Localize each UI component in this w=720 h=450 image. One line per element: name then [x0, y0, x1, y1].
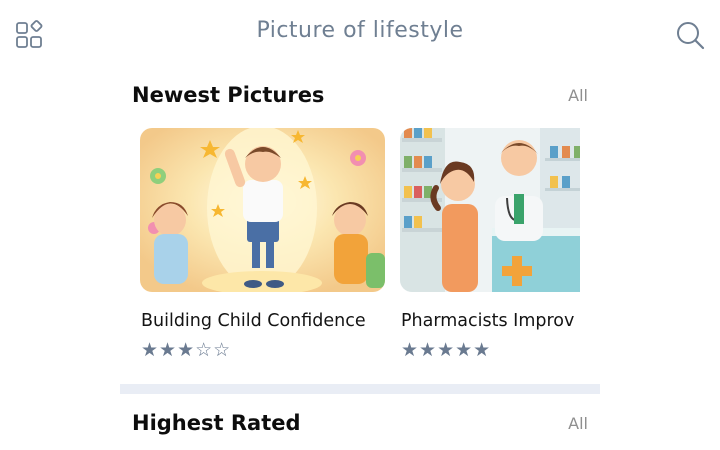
section-header-newest: Newest Pictures All [132, 83, 588, 113]
card-thumbnail-pharmacy[interactable] [400, 128, 580, 292]
section-header-highest-rated: Highest Rated All [132, 411, 588, 441]
newest-pictures-carousel[interactable]: Building Child Confidence ★★★☆☆ Pharmaci… [140, 128, 580, 368]
card-title[interactable]: Building Child Confidence [141, 311, 366, 331]
rating-stars: ★★★★★ [401, 339, 492, 361]
section-title: Newest Pictures [132, 83, 325, 107]
card-thumbnail-children-celebration[interactable] [140, 128, 385, 292]
all-link[interactable]: All [568, 414, 588, 433]
picture-card[interactable]: Pharmacists Improv ★★★★★ [400, 128, 580, 361]
search-icon[interactable] [674, 19, 706, 51]
page-title: Picture of lifestyle [256, 18, 464, 43]
section-divider [120, 384, 600, 394]
top-bar: Picture of lifestyle [0, 0, 720, 70]
all-link[interactable]: All [568, 86, 588, 105]
picture-card[interactable]: Building Child Confidence ★★★☆☆ [140, 128, 385, 361]
card-title[interactable]: Pharmacists Improv [401, 311, 574, 331]
section-title: Highest Rated [132, 411, 301, 435]
rating-stars: ★★★☆☆ [141, 339, 232, 361]
